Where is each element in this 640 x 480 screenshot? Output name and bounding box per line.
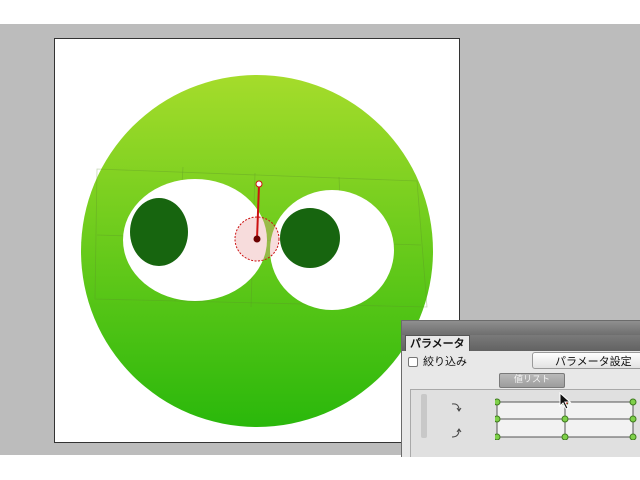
keypoint [561,415,569,423]
rotate-clockwise-icon [449,400,463,414]
panel-tab-row: パラメータ [402,335,640,352]
keypoint [495,398,501,406]
tab-parameter[interactable]: パラメータ [405,335,470,352]
list-scrollbar[interactable] [421,394,427,438]
window-bottom-strip [0,455,640,480]
parameter-panel: パラメータ 絞り込み パラメータ設定 値リスト [401,320,640,457]
keypoint [495,415,501,423]
filter-checkbox[interactable] [408,357,418,367]
character-artwork[interactable] [55,39,459,442]
keypoint [495,433,501,440]
right-eye-pupil[interactable] [280,208,340,268]
parameter-settings-button[interactable]: パラメータ設定 [532,352,640,369]
parameter-list [410,389,640,457]
keypoint [561,433,569,440]
keypoint [629,433,637,440]
rotate-up-arrow-icon [449,426,463,440]
window-top-strip [0,0,640,24]
keypoint [629,398,637,406]
mouse-pointer-icon [559,391,573,410]
keypoint [629,415,637,423]
left-eye-pupil[interactable] [130,198,188,266]
filter-label: 絞り込み [423,355,467,368]
value-list-tab[interactable]: 値リスト [499,373,565,388]
artwork-canvas[interactable] [55,39,459,442]
panel-body: 絞り込み パラメータ設定 値リスト [402,351,640,457]
filter-toggle[interactable]: 絞り込み [408,355,467,369]
panel-titlebar[interactable] [402,321,640,335]
